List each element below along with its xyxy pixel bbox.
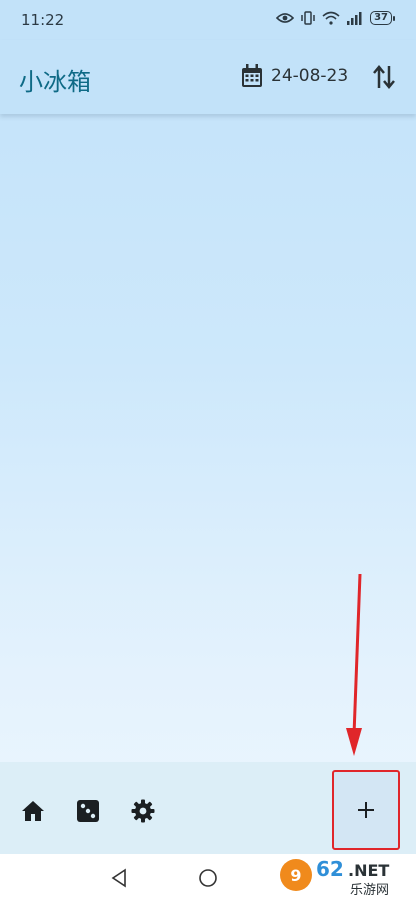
nav-settings-button[interactable] [130,798,156,824]
status-icons: 37 [276,11,395,25]
status-time: 11:22 [21,11,65,29]
sort-arrows-icon [373,65,395,89]
date-picker[interactable]: 24-08-23 [241,64,348,88]
svg-text:62: 62 [316,857,344,881]
sort-button[interactable] [372,64,396,90]
dice-icon [77,800,99,822]
status-bar: 11:22 37 [0,0,416,40]
bottom-navigation [0,762,416,854]
gear-icon [131,799,155,823]
nav-dice-button[interactable] [75,798,101,824]
signal-icon [347,12,362,25]
add-item-button[interactable] [332,770,400,850]
calendar-icon [242,64,262,87]
battery-indicator: 37 [370,11,395,25]
home-circle-icon[interactable] [197,867,219,889]
date-label: 24-08-23 [271,66,349,86]
svg-text:乐游网: 乐游网 [350,883,389,898]
annotation-arrow-icon [346,573,362,756]
vibrate-icon [301,11,315,25]
svg-text:9: 9 [290,866,301,885]
back-triangle-icon[interactable] [108,867,130,889]
home-icon [22,801,44,821]
wifi-icon [322,11,340,25]
app-title: 小冰箱 [19,68,91,96]
nav-home-button[interactable] [20,798,46,824]
app-bar: 小冰箱 24-08-23 [0,40,416,114]
svg-text:.NET: .NET [348,861,389,880]
watermark-logo: 9 62 .NET 乐游网 [280,857,389,898]
plus-icon [358,802,374,818]
eye-icon [276,13,295,23]
